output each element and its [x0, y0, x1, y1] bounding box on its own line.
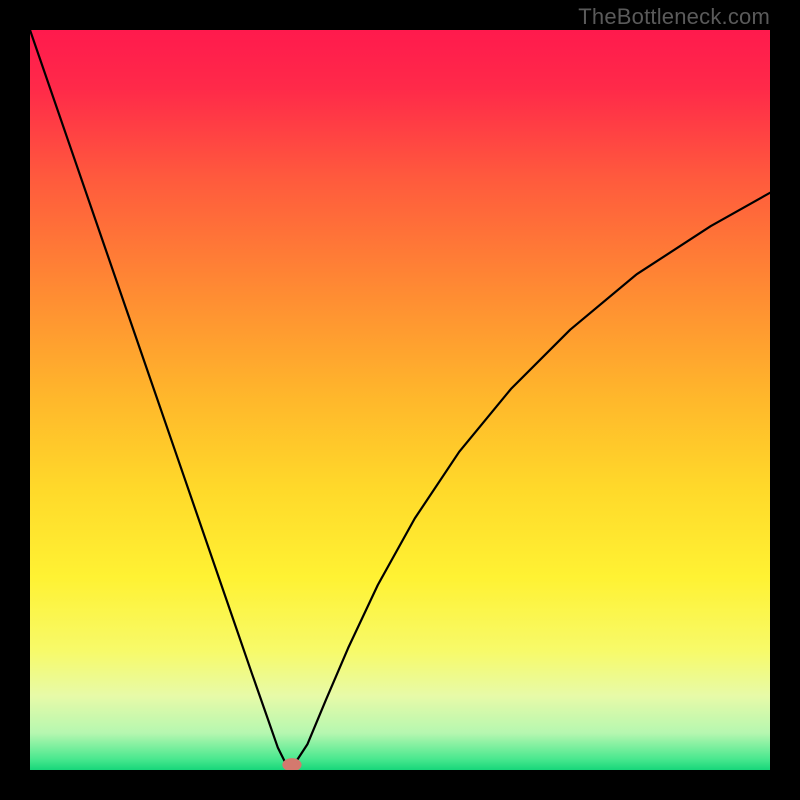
bottleneck-chart [30, 30, 770, 770]
watermark-text: TheBottleneck.com [578, 4, 770, 30]
gradient-background [30, 30, 770, 770]
chart-frame [30, 30, 770, 770]
